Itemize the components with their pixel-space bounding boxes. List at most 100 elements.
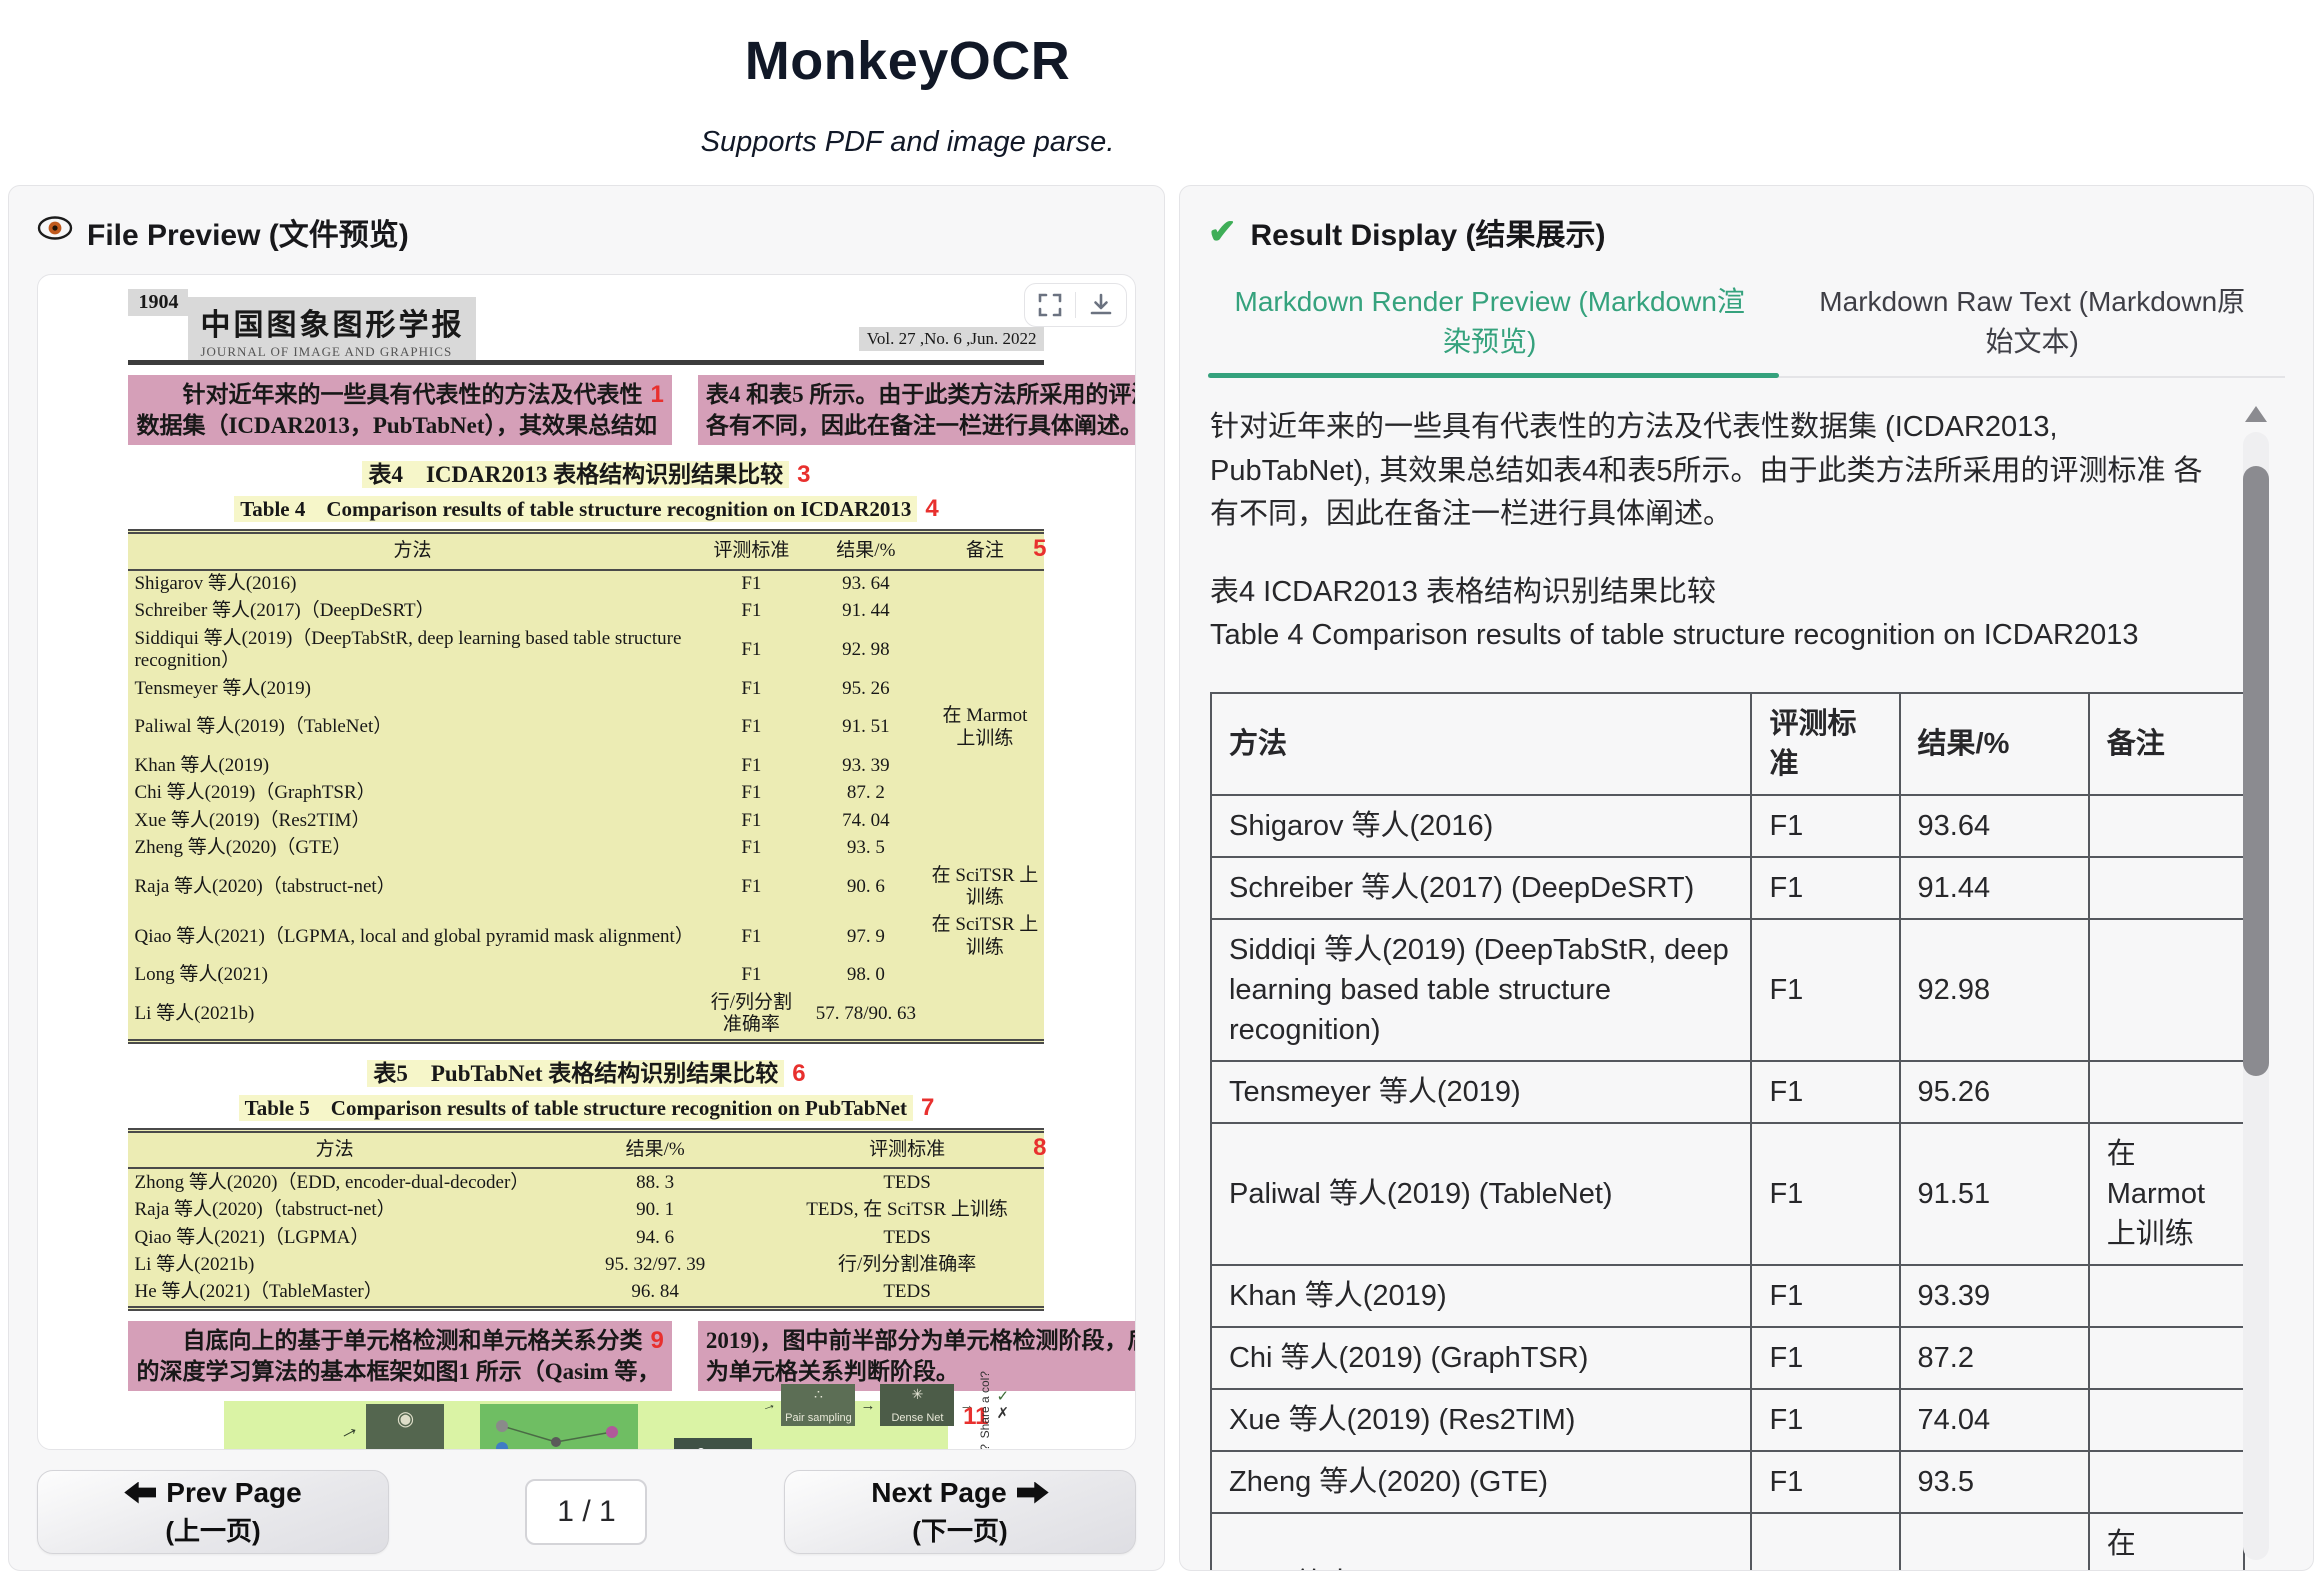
table-cell: 90. 1 [541,1197,770,1224]
table-cell: Xue 等人(2019)（Res2TIM） [128,807,696,834]
table-row: Li 等人(2021b)95. 32/97. 39行/列分割准确率 [128,1252,1044,1279]
table-cell: 92.98 [1900,919,2089,1061]
table-row: Shigarov 等人(2016)F193.64 [1211,795,2244,857]
table-cell: 57. 78/90. 63 [806,989,925,1041]
toolbar-divider [1075,292,1076,318]
table-cell [2089,919,2244,1061]
file-preview-title: File Preview (文件预览) [87,210,409,254]
page-indicator[interactable]: 1 / 1 [525,1479,647,1545]
table-cell: Paliwal 等人(2019)（TableNet） [128,703,696,753]
table-header-cell: 评测标准 [1751,693,1899,795]
table-cell: 90.6 [1900,1513,2089,1571]
cross-mark: ✗ [996,1406,1009,1421]
table-cell: 在 Marmot 上训练 [2089,1123,2244,1265]
table-row: Raja 等人(2020) (tabstruct-net)F190.6在 Sci… [1211,1513,2244,1571]
table-cell: 87. 2 [806,780,925,807]
table-row: Schreiber 等人(2017) (DeepDeSRT)F191.44 [1211,857,2244,919]
doc-page-number: 1904 [128,289,188,316]
table-cell: F1 [1751,1265,1899,1327]
table-cell [925,675,1044,702]
app-header: MonkeyOCR Supports PDF and image parse. [0,0,1815,159]
table-cell: Raja 等人(2020)（tabstruct-net） [128,862,696,912]
highlighted-text-block: 针对近年来的一些具有代表性的方法及代表性1 数据集（ICDAR2013，PubT… [128,375,671,445]
image-features-panel: Image features [480,1404,638,1450]
pdf-preview-image[interactable]: 1904 中国图象图形学报 JOURNAL OF IMAGE AND GRAPH… [37,274,1136,1450]
prev-arrow-icon [124,1482,156,1504]
table-cell: 96. 84 [541,1279,770,1309]
table-row: Li 等人(2021b)行/列分割 准确率57. 78/90. 63 [128,989,1044,1041]
annotation-number: 3 [797,461,810,488]
next-page-button[interactable]: Next Page (下一页) [784,1470,1136,1554]
file-preview-header: File Preview (文件预览) [37,210,1136,254]
table-cell: Paliwal 等人(2019) (TableNet) [1211,1123,1751,1265]
table-cell: 在 SciTSR 上训练 [2089,1513,2244,1571]
doc-table4-title-cn: 表4 ICDAR2013 表格结构识别结果比较3 [128,455,1044,489]
annotation-number: 7 [921,1094,934,1121]
check-icon: ✔ [1208,215,1237,249]
table-cell: 74.04 [1900,1389,2089,1451]
download-button[interactable] [1088,292,1114,318]
scrollbar-thumb[interactable] [2243,466,2269,1076]
scroll-down-icon[interactable] [2245,1570,2267,1571]
table-cell: 74. 04 [806,807,925,834]
table-header-cell: 评测标准 [770,1130,1045,1168]
table-cell: F1 [696,912,806,962]
table-cell: F1 [696,862,806,912]
doc-table5-title-en: Table 5 Comparison results of table stru… [128,1092,1044,1122]
markdown-table: 方法评测标准结果/%备注 Shigarov 等人(2016)F193.64Sch… [1210,692,2245,1572]
dense-net-box: ✳Dense Net [880,1384,954,1426]
scroll-up-icon[interactable] [2245,406,2267,422]
table-cell: 98. 0 [806,962,925,989]
table-header-cell: 结果/% [1900,693,2089,795]
page-subtitle: Supports PDF and image parse. [0,126,1815,159]
table-cell: F1 [696,598,806,625]
table-cell: Khan 等人(2019) [128,752,696,779]
table-cell: Khan 等人(2019) [1211,1265,1751,1327]
table-cell: F1 [696,625,806,675]
table-cell: F1 [1751,1389,1899,1451]
table-cell: Qiao 等人(2021)（LGPMA） [128,1224,540,1251]
tab-markdown-render-preview[interactable]: Markdown Render Preview (Markdown渲染预览) [1208,272,1779,376]
table-cell: F1 [696,780,806,807]
table-cell: 93. 64 [806,570,925,598]
table-cell: 在 SciTSR 上训练 [925,862,1044,912]
table-cell [925,835,1044,862]
table-row: Khan 等人(2019)F193.39 [1211,1265,2244,1327]
table-cell: 91.44 [1900,857,2089,919]
table-cell: 94. 6 [541,1224,770,1251]
document-page: 1904 中国图象图形学报 JOURNAL OF IMAGE AND GRAPH… [128,289,1044,1450]
table-cell: He 等人(2021)（TableMaster） [128,1279,540,1309]
table-row: Zhong 等人(2020)（EDD, encoder-dual-decoder… [128,1168,1044,1196]
doc-paragraph-1: 针对近年来的一些具有代表性的方法及代表性1 数据集（ICDAR2013，PubT… [128,375,1044,445]
table-cell [925,625,1044,675]
table-cell: 93. 39 [806,752,925,779]
main-columns: File Preview (文件预览) 1904 [0,185,2322,1571]
check-mark: ✓ [996,1389,1009,1404]
tab-markdown-raw-text[interactable]: Markdown Raw Text (Markdown原始文本) [1779,272,2285,376]
table-cell [925,780,1044,807]
next-arrow-icon [1017,1482,1049,1504]
table-cell: 95. 32/97. 39 [541,1252,770,1279]
table-cell: 92. 98 [806,625,925,675]
doc-table4-title-en: Table 4 Comparison results of table stru… [128,493,1044,523]
table-cell: 97. 9 [806,912,925,962]
table-cell: 91. 51 [806,703,925,753]
table-header-cell: 方法 [128,532,696,570]
table-header-cell: 结果/% [541,1130,770,1168]
prev-page-button[interactable]: Prev Page (上一页) [37,1470,389,1554]
table-cell: Chi 等人(2019) (GraphTSR) [1211,1327,1751,1389]
fullscreen-button[interactable] [1037,292,1063,318]
page-navigation: Prev Page (上一页) 1 / 1 Next Page (下一页) [37,1470,1136,1554]
table-cell: Raja 等人(2020)（tabstruct-net） [128,1197,540,1224]
table-cell: F1 [696,703,806,753]
table-cell: Shigarov 等人(2016) [1211,795,1751,857]
diverging-arrows: → → [337,1417,359,1450]
table-cell: 93.64 [1900,795,2089,857]
table-cell: 91. 44 [806,598,925,625]
table-cell: Zhong 等人(2020)（EDD, encoder-dual-decoder… [128,1168,540,1196]
table-cell: Siddiqui 等人(2019)（DeepTabStR, deep learn… [128,625,696,675]
eye-icon [37,215,73,249]
table-cell [925,752,1044,779]
table-cell: TEDS [770,1224,1045,1251]
table-cell: TEDS [770,1279,1045,1309]
